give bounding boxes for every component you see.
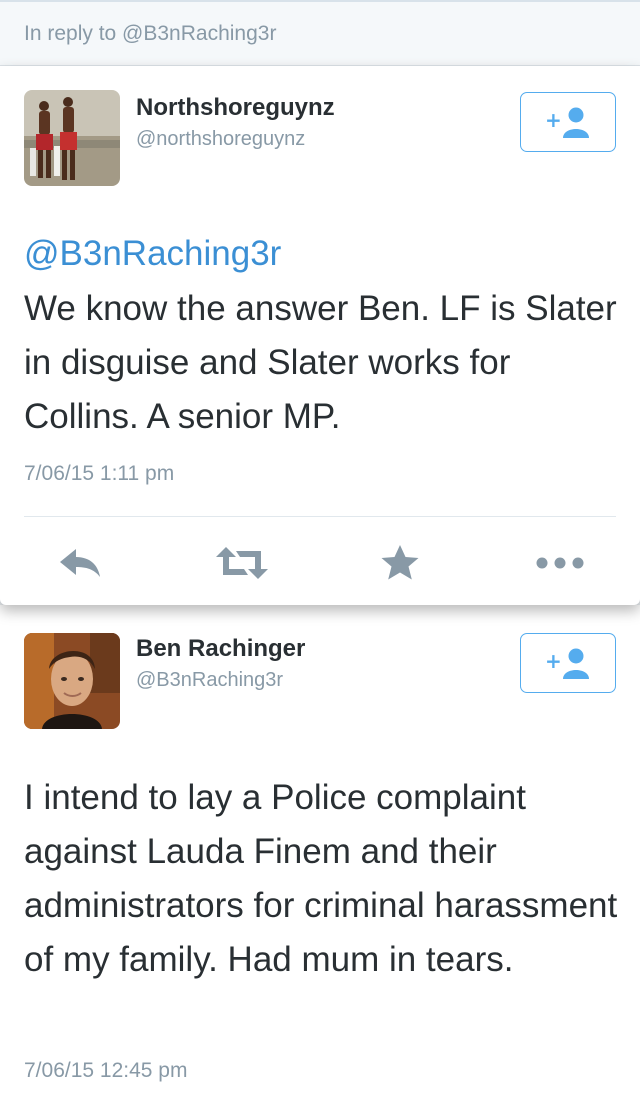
- reply-icon: [60, 549, 100, 577]
- tweet-text: I intend to lay a Police complaint again…: [24, 778, 618, 979]
- favorite-button[interactable]: [370, 540, 430, 586]
- add-user-icon: +: [545, 648, 589, 679]
- avatar[interactable]: [24, 633, 120, 729]
- tweet-text: We know the answer Ben. LF is Slater in …: [24, 289, 617, 436]
- svg-text:+: +: [545, 108, 562, 132]
- retweet-button[interactable]: [212, 540, 272, 586]
- avatar[interactable]: [24, 90, 120, 186]
- author-handle[interactable]: @B3nRaching3r: [136, 669, 283, 692]
- author-name[interactable]: Northshoreguynz: [136, 94, 335, 122]
- reply-button[interactable]: [50, 540, 110, 586]
- reply-mention-link[interactable]: @B3nRaching3r: [24, 234, 281, 274]
- focused-tweet-card: Northshoreguynz @northshoreguynz + @B3nR…: [0, 66, 640, 605]
- author-handle[interactable]: @northshoreguynz: [136, 128, 305, 151]
- follow-button[interactable]: +: [520, 92, 616, 152]
- follow-button[interactable]: +: [520, 633, 616, 693]
- reply-context-text[interactable]: In reply to @B3nRaching3r: [24, 22, 276, 46]
- retweet-icon: [216, 547, 268, 579]
- author-name[interactable]: Ben Rachinger: [136, 635, 305, 663]
- reply-tweet[interactable]: Ben Rachinger @B3nRaching3r + I intend t…: [0, 605, 640, 1112]
- avatar-image: [24, 633, 120, 729]
- avatar-image: [24, 90, 120, 186]
- add-user-icon: +: [545, 107, 589, 138]
- favorite-star-icon: [381, 545, 419, 580]
- reply-context-bar[interactable]: In reply to @B3nRaching3r: [0, 0, 640, 66]
- tweet-timestamp[interactable]: 7/06/15 1:11 pm: [24, 462, 174, 486]
- action-divider: [24, 516, 616, 517]
- more-icon: [536, 557, 584, 569]
- svg-text:+: +: [545, 649, 562, 673]
- tweet-timestamp[interactable]: 7/06/15 12:45 pm: [24, 1059, 187, 1083]
- more-button[interactable]: [530, 540, 590, 586]
